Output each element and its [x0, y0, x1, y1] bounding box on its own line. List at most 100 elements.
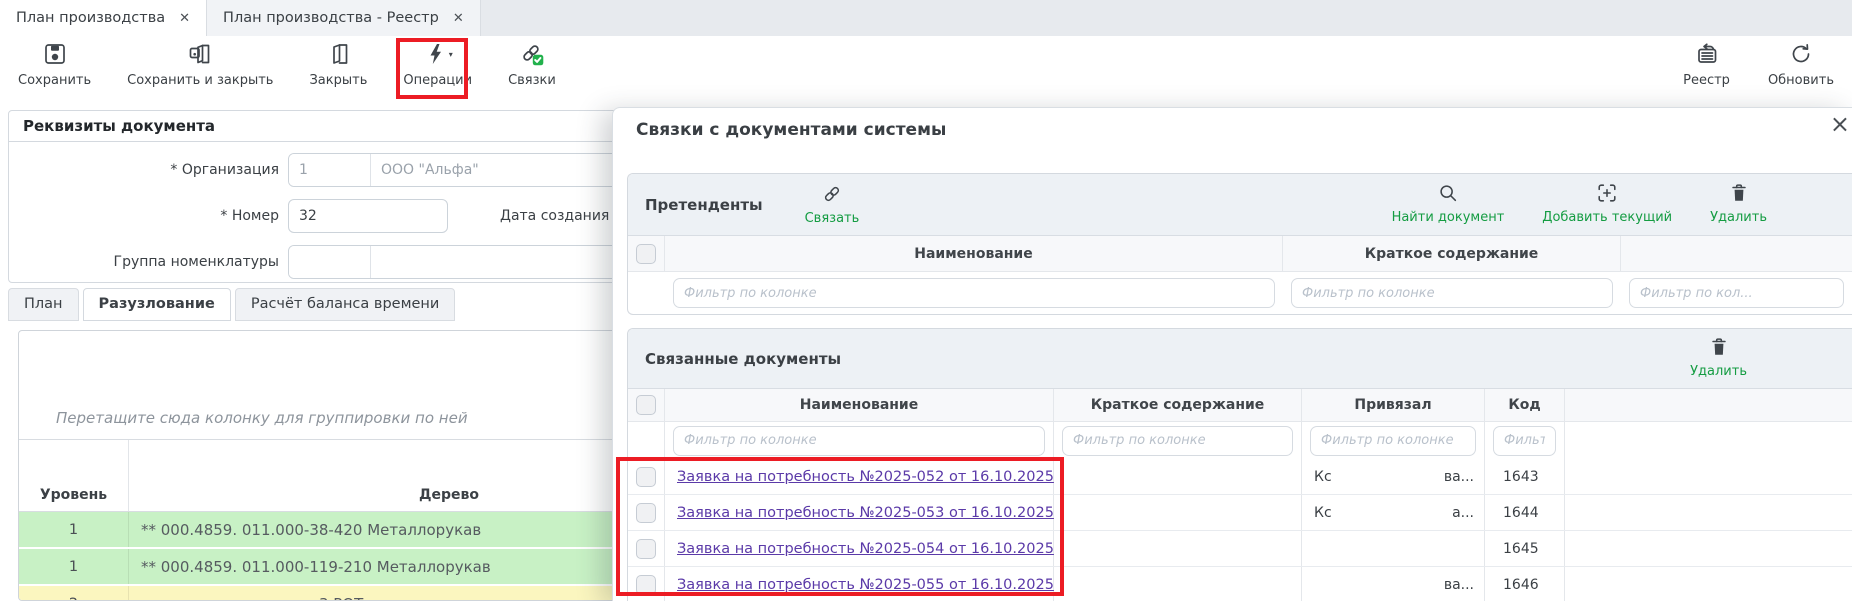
find-document-label: Найти документ — [1391, 210, 1505, 225]
extra-cell — [1565, 495, 1852, 530]
document-link[interactable]: Заявка на потребность №2025-055 от 16.10… — [677, 577, 1054, 593]
code-cell: 1645 — [1485, 531, 1565, 566]
document-link[interactable]: Заявка на потребность №2025-054 от 16.10… — [677, 541, 1054, 557]
row-checkbox[interactable] — [636, 466, 656, 487]
refresh-button[interactable]: Обновить — [1768, 42, 1834, 88]
toolbar-right: Реестр Обновить — [1683, 42, 1834, 88]
column-header-name[interactable]: Наименование — [665, 389, 1054, 422]
lightning-icon: ▾ — [424, 42, 453, 70]
filter-cell — [1621, 272, 1852, 314]
registry-button[interactable]: Реестр — [1683, 42, 1730, 88]
linked-document-row[interactable]: Заявка на потребность №2025-053 от 16.10… — [628, 495, 1852, 531]
row-checkbox[interactable] — [636, 538, 656, 559]
number-input[interactable] — [288, 199, 448, 233]
nomenclature-group-code-input[interactable] — [289, 246, 371, 278]
dialog-close-icon[interactable]: × — [1830, 112, 1850, 136]
links-dialog: Связки с документами системы × Претенден… — [612, 107, 1852, 601]
extra-cell — [1565, 567, 1852, 601]
close-label: Закрыть — [309, 73, 368, 88]
registry-icon — [1695, 42, 1719, 70]
tab-razuzlovanie[interactable]: Разузлование — [82, 288, 231, 321]
save-button[interactable]: Сохранить — [18, 42, 91, 88]
number-label: * Номер — [220, 208, 279, 224]
level-cell: 1 — [19, 549, 129, 584]
save-and-close-button[interactable]: Сохранить и закрыть — [127, 42, 273, 88]
nomenclature-group-label: Группа номенклатуры — [113, 254, 279, 270]
applicants-title: Претенденты — [645, 195, 763, 214]
links-label: Связки — [508, 73, 556, 88]
linked-by-cell — [1302, 531, 1485, 566]
level-cell: 1 — [19, 512, 129, 547]
window-tab-label: План производства — [16, 10, 166, 26]
add-current-label: Добавить текущий — [1542, 210, 1673, 225]
linked-by-cell: ва... — [1302, 567, 1485, 601]
column-header-summary[interactable]: Краткое содержание — [1283, 236, 1621, 272]
close-tab-icon[interactable]: ✕ — [179, 11, 190, 26]
filter-linked-by-input[interactable] — [1310, 425, 1476, 456]
filter-summary-input[interactable] — [1291, 278, 1613, 308]
linked-document-row[interactable]: Заявка на потребность №2025-052 от 16.10… — [628, 459, 1852, 495]
document-link[interactable]: Заявка на потребность №2025-053 от 16.10… — [677, 505, 1054, 521]
filter-cell — [1302, 422, 1485, 459]
tab-label: План — [24, 296, 63, 312]
operations-button[interactable]: ▾ Операции — [403, 42, 472, 88]
column-header-code[interactable]: Код — [1485, 389, 1565, 422]
tab-time-balance[interactable]: Расчёт баланса времени — [234, 288, 456, 321]
tab-label: Расчёт баланса времени — [250, 296, 440, 312]
organization-code-input[interactable] — [289, 154, 371, 186]
header-checkbox-cell — [628, 236, 665, 272]
linked-by-fragment: ва... — [1443, 468, 1474, 485]
close-tab-icon[interactable]: ✕ — [453, 11, 464, 26]
organization-name-input[interactable] — [371, 154, 636, 186]
linked-document-row[interactable]: Заявка на потребность №2025-055 от 16.10… — [628, 567, 1852, 601]
document-link[interactable]: Заявка на потребность №2025-052 от 16.10… — [677, 469, 1054, 485]
add-current-button[interactable]: Добавить текущий — [1542, 182, 1672, 225]
row-checkbox[interactable] — [636, 574, 656, 595]
operations-caret-icon: ▾ — [448, 50, 453, 59]
column-header-linked-by[interactable]: Привязал — [1302, 389, 1485, 422]
filter-cell — [665, 422, 1054, 459]
column-header-level[interactable]: Уровень — [19, 440, 129, 511]
filter-code-input[interactable] — [1493, 425, 1556, 456]
row-checkbox-cell — [628, 459, 665, 494]
applicants-delete-label: Удалить — [1710, 210, 1767, 225]
linked-by-fragment: а... — [1452, 504, 1474, 521]
filter-cell — [1054, 422, 1302, 459]
tab-plan[interactable]: План — [8, 288, 79, 321]
linked-table-header: Наименование Краткое содержание Привязал… — [628, 389, 1852, 422]
links-button[interactable]: Связки — [508, 42, 556, 88]
row-checkbox[interactable] — [636, 502, 656, 523]
filter-name-input[interactable] — [673, 425, 1045, 456]
link-action-label: Связать — [804, 211, 860, 226]
filter-cell — [665, 272, 1283, 314]
link-action-button[interactable]: Связать — [804, 183, 860, 226]
close-button[interactable]: Закрыть — [309, 42, 367, 88]
filter-cell — [1485, 422, 1565, 459]
app-screen: План производства ✕ План производства - … — [0, 0, 1852, 601]
window-tab-registry[interactable]: План производства - Реестр ✕ — [207, 0, 481, 36]
filter-summary-input[interactable] — [1062, 425, 1293, 456]
select-all-checkbox[interactable] — [636, 395, 656, 415]
creation-date-label: Дата создания — [500, 208, 610, 224]
save-label: Сохранить — [18, 73, 92, 88]
window-tab-label: План производства - Реестр — [223, 10, 439, 26]
filter-name-input[interactable] — [673, 278, 1275, 308]
extra-cell — [1565, 531, 1852, 566]
find-document-button[interactable]: Найти документ — [1391, 182, 1505, 225]
column-header-name[interactable]: Наименование — [665, 236, 1283, 272]
linked-delete-button[interactable]: Удалить — [1690, 336, 1747, 379]
dialog-title: Связки с документами системы — [636, 120, 947, 140]
column-header-summary[interactable]: Краткое содержание — [1054, 389, 1302, 422]
filter-extra-input[interactable] — [1629, 278, 1844, 308]
select-all-checkbox[interactable] — [636, 243, 656, 264]
window-tab-plan[interactable]: План производства ✕ — [0, 0, 208, 36]
save-and-close-label: Сохранить и закрыть — [127, 73, 274, 88]
document-name-cell: Заявка на потребность №2025-055 от 16.10… — [665, 567, 1054, 601]
linked-by-cell: Кс а... — [1302, 495, 1485, 530]
chain-icon — [821, 183, 843, 209]
document-name-cell: Заявка на потребность №2025-054 от 16.10… — [665, 531, 1054, 566]
search-icon — [1437, 182, 1459, 208]
linked-document-row[interactable]: Заявка на потребность №2025-054 от 16.10… — [628, 531, 1852, 567]
summary-cell — [1054, 459, 1302, 494]
applicants-delete-button[interactable]: Удалить — [1710, 182, 1767, 225]
